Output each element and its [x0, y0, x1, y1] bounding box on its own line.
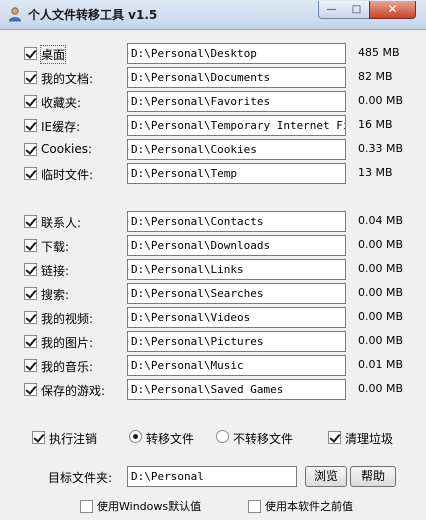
folder-row-favorites: 收藏夹: D:\Personal\Favorites 0.00 MB — [0, 90, 426, 114]
folder-size: 82 MB — [358, 70, 393, 83]
favorites-checkbox[interactable] — [24, 95, 37, 108]
folder-label: 我的图片: — [41, 336, 94, 350]
folder-path-input[interactable]: D:\Personal\Pictures — [127, 331, 346, 352]
options-row: 执行注销 转移文件 不转移文件 清理垃圾 — [0, 426, 426, 450]
target-path-input[interactable]: D:\Personal — [127, 466, 297, 487]
folder-label: IE缓存: — [41, 120, 81, 134]
folder-size: 0.04 MB — [358, 214, 404, 227]
saved-games-checkbox[interactable] — [24, 383, 37, 396]
folder-size: 16 MB — [358, 118, 393, 131]
folder-label: 桌面 — [39, 45, 67, 64]
folder-path-input[interactable]: D:\Personal\Videos — [127, 307, 346, 328]
no-transfer-radio[interactable] — [216, 430, 229, 443]
folder-row-documents: 我的文档: D:\Personal\Documents 82 MB — [0, 66, 426, 90]
desktop-checkbox[interactable] — [24, 47, 37, 60]
documents-checkbox[interactable] — [24, 71, 37, 84]
folder-row-downloads: 下载: D:\Personal\Downloads 0.00 MB — [0, 234, 426, 258]
folder-path-input[interactable]: D:\Personal\Documents — [127, 67, 346, 88]
folder-label: 链接: — [41, 264, 70, 278]
folder-row-cookies: Cookies: D:\Personal\Cookies 0.33 MB — [0, 138, 426, 162]
close-button[interactable]: ✕ — [369, 1, 416, 19]
folder-label: Cookies: — [41, 142, 93, 156]
folder-size: 13 MB — [358, 166, 393, 179]
windows-default-label: 使用Windows默认值 — [97, 500, 202, 513]
folder-size: 0.00 MB — [358, 310, 404, 323]
folder-path-input[interactable]: D:\Personal\Music — [127, 355, 346, 376]
folder-path-input[interactable]: D:\Personal\Links — [127, 259, 346, 280]
folder-row-searches: 搜索: D:\Personal\Searches 0.00 MB — [0, 282, 426, 306]
previous-value-label: 使用本软件之前值 — [265, 500, 353, 513]
browse-button[interactable]: 浏览 — [305, 466, 347, 487]
folder-label: 搜索: — [41, 288, 70, 302]
folder-row-desktop: 桌面 D:\Personal\Desktop 485 MB — [0, 42, 426, 66]
title-bar: 个人文件转移工具 v1.5 — □ ✕ — [0, 0, 426, 30]
folder-label: 我的视频: — [41, 312, 94, 326]
transfer-label: 转移文件 — [146, 432, 195, 446]
folder-size: 0.33 MB — [358, 142, 404, 155]
folder-label: 保存的游戏: — [41, 384, 106, 398]
help-button[interactable]: 帮助 — [350, 466, 396, 487]
no-transfer-label: 不转移文件 — [233, 432, 294, 446]
downloads-checkbox[interactable] — [24, 239, 37, 252]
folder-label: 临时文件: — [41, 168, 94, 182]
transfer-radio[interactable] — [129, 430, 142, 443]
folder-path-input[interactable]: D:\Personal\Favorites — [127, 91, 346, 112]
searches-checkbox[interactable] — [24, 287, 37, 300]
folder-label: 我的文档: — [41, 72, 94, 86]
maximize-button[interactable]: □ — [344, 1, 370, 19]
folder-row-ie-cache: IE缓存: D:\Personal\Temporary Internet Fil… — [0, 114, 426, 138]
folder-path-input[interactable]: D:\Personal\Desktop — [127, 43, 346, 64]
folder-path-input[interactable]: D:\Personal\Temporary Internet Files — [127, 115, 346, 136]
links-checkbox[interactable] — [24, 263, 37, 276]
execute-logoff-label: 执行注销 — [49, 432, 98, 446]
previous-value-checkbox[interactable] — [248, 500, 261, 513]
folder-path-input[interactable]: D:\Personal\Cookies — [127, 139, 346, 160]
target-folder-row: 目标文件夹: D:\Personal 浏览 帮助 — [0, 465, 426, 489]
temp-checkbox[interactable] — [24, 167, 37, 180]
folder-row-temp: 临时文件: D:\Personal\Temp 13 MB — [0, 162, 426, 186]
folder-path-input[interactable]: D:\Personal\Temp — [127, 163, 346, 184]
folder-path-input[interactable]: D:\Personal\Downloads — [127, 235, 346, 256]
folder-path-input[interactable]: D:\Personal\Searches — [127, 283, 346, 304]
folder-row-pictures: 我的图片: D:\Personal\Pictures 0.00 MB — [0, 330, 426, 354]
folder-label: 联系人: — [41, 216, 82, 230]
contacts-checkbox[interactable] — [24, 215, 37, 228]
folder-path-input[interactable]: D:\Personal\Contacts — [127, 211, 346, 232]
folder-row-contacts: 联系人: D:\Personal\Contacts 0.04 MB — [0, 210, 426, 234]
cleanup-label: 清理垃圾 — [345, 432, 394, 446]
ie-cache-checkbox[interactable] — [24, 119, 37, 132]
folder-row-links: 链接: D:\Personal\Links 0.00 MB — [0, 258, 426, 282]
target-folder-label: 目标文件夹: — [48, 471, 113, 485]
folder-size: 485 MB — [358, 46, 400, 59]
music-checkbox[interactable] — [24, 359, 37, 372]
folder-size: 0.00 MB — [358, 238, 404, 251]
folder-label: 下载: — [41, 240, 70, 254]
folder-path-input[interactable]: D:\Personal\Saved Games — [127, 379, 346, 400]
videos-checkbox[interactable] — [24, 311, 37, 324]
folder-row-videos: 我的视频: D:\Personal\Videos 0.00 MB — [0, 306, 426, 330]
window-title: 个人文件转移工具 v1.5 — [28, 8, 158, 22]
cleanup-checkbox[interactable] — [328, 431, 341, 444]
folder-row-music: 我的音乐: D:\Personal\Music 0.01 MB — [0, 354, 426, 378]
folder-label: 我的音乐: — [41, 360, 94, 374]
folder-size: 0.00 MB — [358, 94, 404, 107]
folder-size: 0.00 MB — [358, 334, 404, 347]
execute-logoff-checkbox[interactable] — [32, 431, 45, 444]
folder-size: 0.00 MB — [358, 262, 404, 275]
defaults-row: 使用Windows默认值 使用本软件之前值 — [0, 496, 426, 520]
pictures-checkbox[interactable] — [24, 335, 37, 348]
minimize-button[interactable]: — — [318, 1, 345, 19]
windows-default-checkbox[interactable] — [80, 500, 93, 513]
folder-size: 0.00 MB — [358, 286, 404, 299]
folder-size: 0.01 MB — [358, 358, 404, 371]
person-app-icon — [9, 7, 21, 22]
folder-label: 收藏夹: — [41, 96, 82, 110]
folder-size: 0.00 MB — [358, 382, 404, 395]
folder-row-saved-games: 保存的游戏: D:\Personal\Saved Games 0.00 MB — [0, 378, 426, 402]
cookies-checkbox[interactable] — [24, 143, 37, 156]
